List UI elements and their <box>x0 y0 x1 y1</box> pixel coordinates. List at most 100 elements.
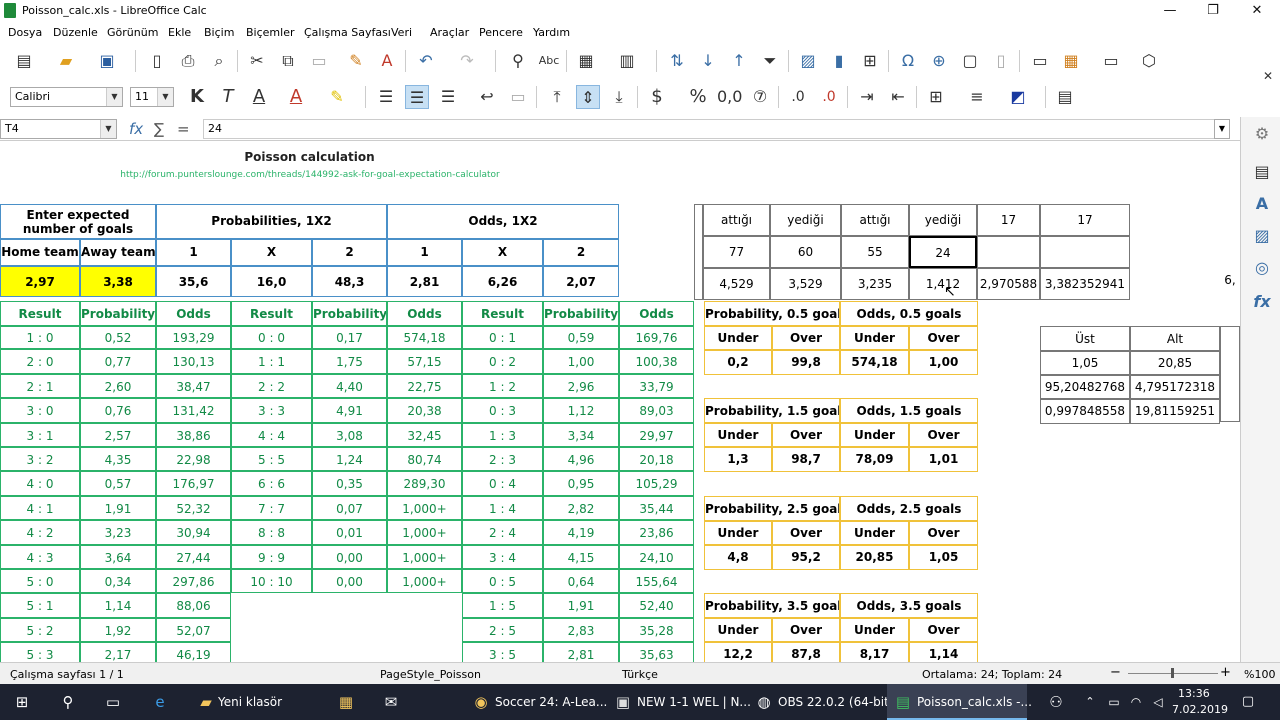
menu-dosya[interactable]: Dosya <box>8 26 42 39</box>
percent-format-icon[interactable]: % <box>686 85 710 109</box>
mail-icon[interactable]: ✉ <box>381 692 401 712</box>
sort-ascending-icon[interactable]: ↓ <box>696 49 720 73</box>
currency-format-icon[interactable]: $ <box>645 85 669 109</box>
minimize-button[interactable]: — <box>1155 2 1185 20</box>
taskbar-item-video[interactable]: ▣ NEW 1-1 WEL | N... <box>607 684 751 720</box>
cut-icon[interactable]: ✂ <box>245 49 269 73</box>
save-icon[interactable]: ▣ <box>95 49 119 73</box>
taskbar-item-calc[interactable]: ▤ Poisson_calc.xls -... <box>887 684 1032 720</box>
language[interactable]: Türkçe <box>622 668 658 681</box>
print-preview-icon[interactable]: ⌕ <box>207 49 231 73</box>
chevron-down-icon[interactable]: ▼ <box>157 88 173 106</box>
spellcheck-icon[interactable]: Abc <box>537 49 561 73</box>
formula-icon[interactable]: = <box>177 120 190 138</box>
home-goals-input[interactable]: 2,97 <box>0 266 80 297</box>
close-button[interactable]: ✕ <box>1242 2 1272 20</box>
formula-input[interactable]: 24 <box>203 119 1215 139</box>
sort-descending-icon[interactable]: ↑ <box>727 49 751 73</box>
menu-bicim[interactable]: Biçim <box>204 26 234 39</box>
chevron-down-icon[interactable]: ▼ <box>106 88 122 106</box>
new-document-icon[interactable]: ▤ <box>12 49 36 73</box>
merge-cells-icon[interactable]: ▭ <box>506 85 530 109</box>
insert-image-icon[interactable]: ▨ <box>796 49 820 73</box>
highlight-color-icon[interactable]: ✎ <box>325 85 349 109</box>
zoom-level[interactable]: %100 <box>1244 668 1275 681</box>
expand-formula-icon[interactable]: ▼ <box>1214 119 1230 139</box>
align-top-icon[interactable]: ⤒ <box>545 85 569 109</box>
wifi-icon[interactable]: ◠ <box>1126 692 1146 712</box>
open-folder-icon[interactable]: ▰ <box>54 49 78 73</box>
export-pdf-icon[interactable]: ▯ <box>145 49 169 73</box>
underline-icon[interactable]: A <box>247 85 271 109</box>
border-style-icon[interactable]: ≡ <box>965 85 989 109</box>
paste-icon[interactable]: ▭ <box>307 49 331 73</box>
tray-expand-icon[interactable]: ⌃ <box>1080 692 1100 712</box>
people-icon[interactable]: ⚇ <box>1046 692 1066 712</box>
hyperlink-icon[interactable]: ⊕ <box>927 49 951 73</box>
freeze-rows-icon[interactable]: ▦ <box>1059 49 1083 73</box>
function-wizard-icon[interactable]: fx <box>129 120 143 138</box>
menu-veri[interactable]: Veri <box>391 26 412 39</box>
properties-icon[interactable]: ▤ <box>1251 161 1273 183</box>
comment-icon[interactable]: ▢ <box>958 49 982 73</box>
taskbar-item-folder[interactable]: ▰ Yeni klasör <box>190 684 282 720</box>
zoom-in-icon[interactable]: + <box>1220 665 1231 680</box>
taskbar-item-obs[interactable]: ◍ OBS 22.0.2 (64-bit... <box>748 684 900 720</box>
page-style[interactable]: PageStyle_Poisson <box>380 668 481 681</box>
navigator-icon[interactable]: ◎ <box>1251 257 1273 279</box>
align-right-icon[interactable]: ☰ <box>436 85 460 109</box>
print-icon[interactable]: ⎙ <box>176 49 200 73</box>
row-icon[interactable]: ▦ <box>574 49 598 73</box>
menu-ekle[interactable]: Ekle <box>168 26 191 39</box>
styles-icon[interactable]: A <box>1251 193 1273 215</box>
settings-icon[interactable]: ⚙ <box>1251 123 1273 145</box>
menu-bicemler[interactable]: Biçemler <box>246 26 294 39</box>
special-character-icon[interactable]: Ω <box>896 49 920 73</box>
center-vertically-icon[interactable]: ⇕ <box>576 85 600 109</box>
menu-calisma-sayfasi[interactable]: Çalışma Sayfası <box>304 26 391 39</box>
away-goals-input[interactable]: 3,38 <box>80 266 156 297</box>
zoom-slider-thumb[interactable] <box>1171 668 1174 678</box>
font-name-box[interactable]: Calibri ▼ <box>10 87 123 107</box>
functions-icon[interactable]: fx <box>1251 291 1273 313</box>
add-decimal-icon[interactable]: .0 <box>786 85 810 109</box>
conditional-format-icon[interactable]: ▤ <box>1053 85 1077 109</box>
forum-link[interactable]: http://forum.punterslounge.com/threads/1… <box>60 168 560 182</box>
taskbar-item-chrome[interactable]: ◉ Soccer 24: A-Lea... <box>465 684 607 720</box>
wrap-text-icon[interactable]: ↩ <box>475 85 499 109</box>
spreadsheet-grid[interactable]: Poisson calculation http://forum.punters… <box>0 142 1240 662</box>
windows-start-icon[interactable]: ⊞ <box>12 692 32 712</box>
define-print-area-icon[interactable]: ▭ <box>1028 49 1052 73</box>
clock-date[interactable]: 7.02.2019 <box>1172 702 1228 718</box>
menu-pencere[interactable]: Pencere <box>479 26 523 39</box>
edge-browser-icon[interactable]: e <box>150 692 170 712</box>
sort-icon[interactable]: ⇅ <box>665 49 689 73</box>
pivot-table-icon[interactable]: ⊞ <box>858 49 882 73</box>
zoom-out-icon[interactable]: − <box>1110 665 1121 680</box>
notifications-icon[interactable]: ▢ <box>1238 692 1258 712</box>
bold-icon[interactable]: K <box>185 85 209 109</box>
align-bottom-icon[interactable]: ⤓ <box>607 85 631 109</box>
gallery-icon[interactable]: ▨ <box>1251 225 1273 247</box>
sum-icon[interactable]: ∑ <box>154 120 164 138</box>
column-icon[interactable]: ▥ <box>615 49 639 73</box>
redo-icon[interactable]: ↷ <box>455 49 479 73</box>
increase-indent-icon[interactable]: ⇥ <box>855 85 879 109</box>
autofilter-icon[interactable]: ⏷ <box>758 49 782 73</box>
headers-footers-icon[interactable]: ▯ <box>989 49 1013 73</box>
find-replace-icon[interactable]: ⚲ <box>506 49 530 73</box>
clock-time[interactable]: 13:36 <box>1178 686 1210 702</box>
font-color-icon[interactable]: A <box>284 85 308 109</box>
decrease-indent-icon[interactable]: ⇤ <box>886 85 910 109</box>
menu-gorunum[interactable]: Görünüm <box>107 26 158 39</box>
task-view-icon[interactable]: ▭ <box>103 692 123 712</box>
name-box[interactable]: T4 ▼ <box>0 119 117 139</box>
maximize-button[interactable]: ❐ <box>1198 2 1228 20</box>
menu-yardim[interactable]: Yardım <box>533 26 570 39</box>
show-draw-functions-icon[interactable]: ⬡ <box>1137 49 1161 73</box>
undo-icon[interactable]: ↶ <box>414 49 438 73</box>
align-center-icon[interactable]: ☰ <box>405 85 429 109</box>
font-size-box[interactable]: 11 ▼ <box>130 87 174 107</box>
italic-icon[interactable]: T <box>216 85 240 109</box>
copy-icon[interactable]: ⧉ <box>276 49 300 73</box>
